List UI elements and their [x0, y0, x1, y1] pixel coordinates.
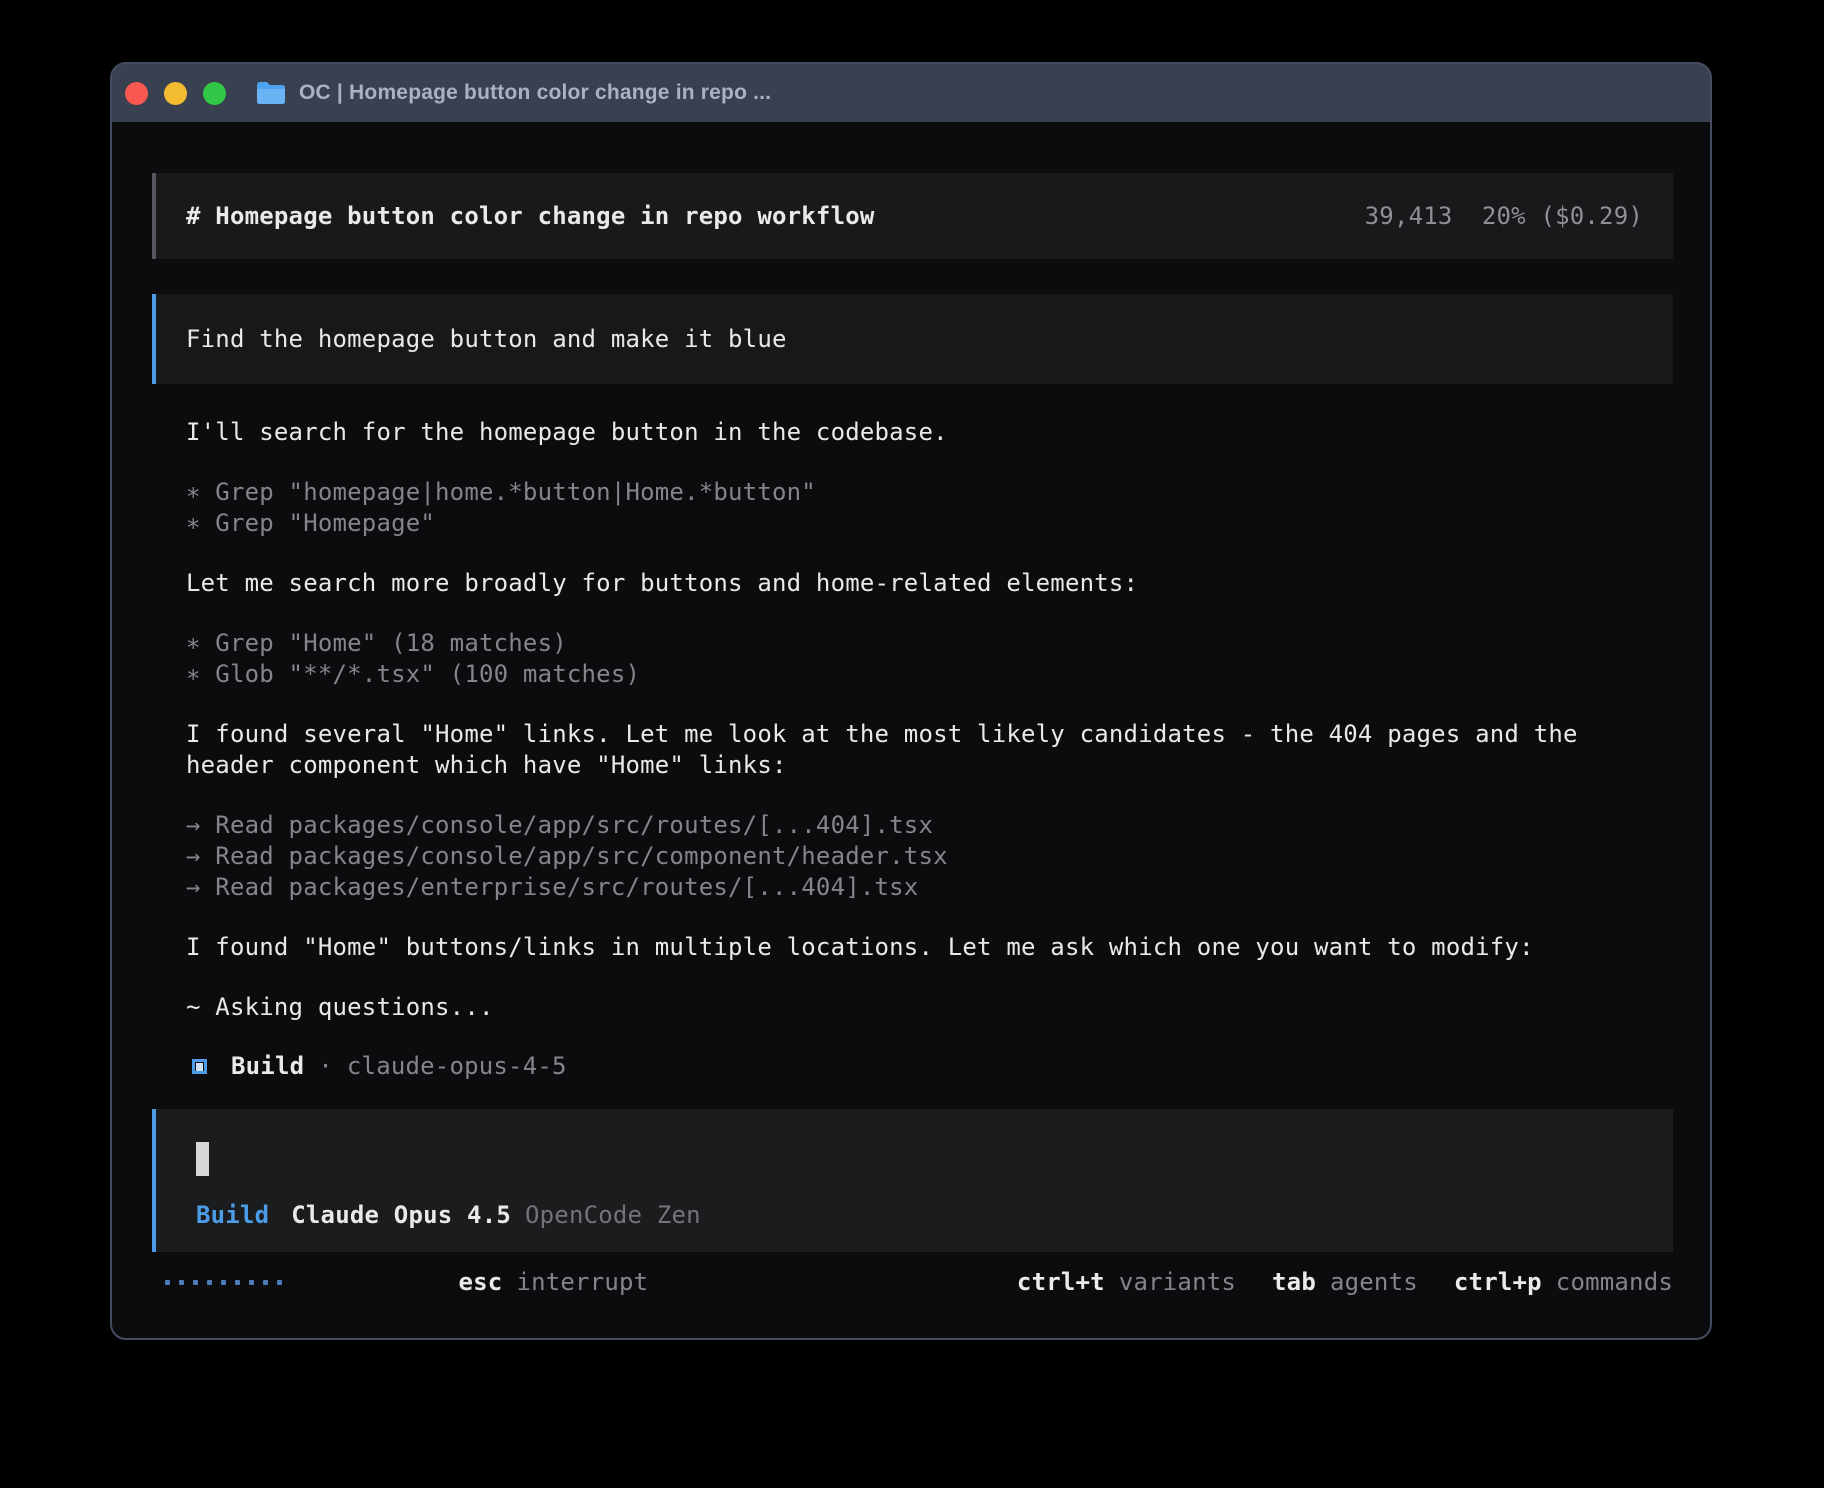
- keybind-hint: tab agents: [1272, 1267, 1418, 1298]
- tool-call-line: → Read packages/console/app/src/componen…: [186, 841, 1606, 872]
- spinner-dot: [221, 1280, 226, 1285]
- spinner-dot: [193, 1280, 198, 1285]
- tool-call-line: → Read packages/enterprise/src/routes/[.…: [186, 872, 1606, 903]
- tool-call-line: ∗ Glob "**/*.tsx" (100 matches): [186, 659, 1606, 690]
- transcript: I'll search for the homepage button in t…: [186, 384, 1606, 1023]
- keybind-hint: ctrl+t variants: [1017, 1267, 1236, 1298]
- titlebar[interactable]: OC | Homepage button color change in rep…: [112, 64, 1710, 122]
- assistant-text: ~ Asking questions...: [186, 992, 1606, 1023]
- assistant-text: I found "Home" buttons/links in multiple…: [186, 932, 1606, 963]
- session-stats: 39,413 20% ($0.29): [1365, 201, 1643, 232]
- folder-icon: [256, 81, 286, 105]
- keybind-label: commands: [1556, 1268, 1673, 1296]
- status-separator: ·: [318, 1051, 333, 1082]
- tool-call-line: ∗ Grep "Home" (18 matches): [186, 628, 1606, 659]
- user-message: Find the homepage button and make it blu…: [152, 294, 1673, 384]
- tool-call-line: ∗ Grep "homepage|home.*button|Home.*butt…: [186, 477, 1606, 508]
- prompt-meta-row: Build Claude Opus 4.5 OpenCode Zen: [196, 1200, 1633, 1231]
- zoom-button[interactable]: [203, 82, 226, 105]
- assistant-text: I'll search for the homepage button in t…: [186, 417, 1606, 448]
- tool-call-line: ∗ Grep "Homepage": [186, 508, 1606, 539]
- spinner-dot: [207, 1280, 212, 1285]
- window-title: OC | Homepage button color change in rep…: [299, 81, 771, 105]
- prompt-input[interactable]: Build Claude Opus 4.5 OpenCode Zen: [152, 1109, 1673, 1252]
- prompt-provider: OpenCode Zen: [525, 1200, 701, 1231]
- close-button[interactable]: [125, 82, 148, 105]
- interrupt-hint: esc interrupt: [312, 1236, 648, 1329]
- esc-key: esc: [459, 1268, 503, 1296]
- agent-build-icon: [192, 1059, 207, 1074]
- input-cursor: [196, 1142, 209, 1176]
- tool-call-group: → Read packages/console/app/src/routes/[…: [186, 810, 1606, 903]
- assistant-text: Let me search more broadly for buttons a…: [186, 568, 1606, 599]
- user-message-text: Find the homepage button and make it blu…: [186, 324, 787, 355]
- prompt-agent[interactable]: Build: [196, 1200, 269, 1231]
- keybind-label: variants: [1119, 1268, 1236, 1296]
- assistant-text: I found several "Home" links. Let me loo…: [186, 719, 1606, 781]
- session-title: # Homepage button color change in repo w…: [186, 201, 875, 232]
- tool-call-group: ∗ Grep "homepage|home.*button|Home.*butt…: [186, 477, 1606, 539]
- spinner-dot: [179, 1280, 184, 1285]
- terminal-window: OC | Homepage button color change in rep…: [110, 62, 1712, 1340]
- tool-call-group: ∗ Grep "Home" (18 matches)∗ Glob "**/*.t…: [186, 628, 1606, 690]
- esc-label: interrupt: [516, 1268, 648, 1296]
- keybind-hint: ctrl+p commands: [1454, 1267, 1673, 1298]
- agent-name: Build: [231, 1051, 304, 1082]
- statusbar: escinterrupt ctrl+tvariantstabagentsctrl…: [112, 1252, 1710, 1312]
- model-id: claude-opus-4-5: [347, 1051, 567, 1082]
- agent-status: Build · claude-opus-4-5: [186, 1051, 1710, 1082]
- keybind-key: tab: [1272, 1268, 1316, 1296]
- session-header: # Homepage button color change in repo w…: [152, 173, 1673, 259]
- keybind-key: ctrl+t: [1017, 1268, 1105, 1296]
- spinner-dot: [249, 1280, 254, 1285]
- spinner-dots: [165, 1280, 282, 1285]
- spinner-dot: [235, 1280, 240, 1285]
- keybind-label: agents: [1330, 1268, 1418, 1296]
- spinner-dot: [165, 1280, 170, 1285]
- keybind-key: ctrl+p: [1454, 1268, 1542, 1296]
- tool-call-line: → Read packages/console/app/src/routes/[…: [186, 810, 1606, 841]
- spinner-dot: [263, 1280, 268, 1285]
- prompt-model[interactable]: Claude Opus 4.5: [291, 1200, 511, 1231]
- statusbar-hints: ctrl+t variants tab agents ctrl+p commands: [1017, 1267, 1673, 1298]
- minimize-button[interactable]: [164, 82, 187, 105]
- spinner-dot: [277, 1280, 282, 1285]
- terminal-content: # Homepage button color change in repo w…: [112, 122, 1710, 1338]
